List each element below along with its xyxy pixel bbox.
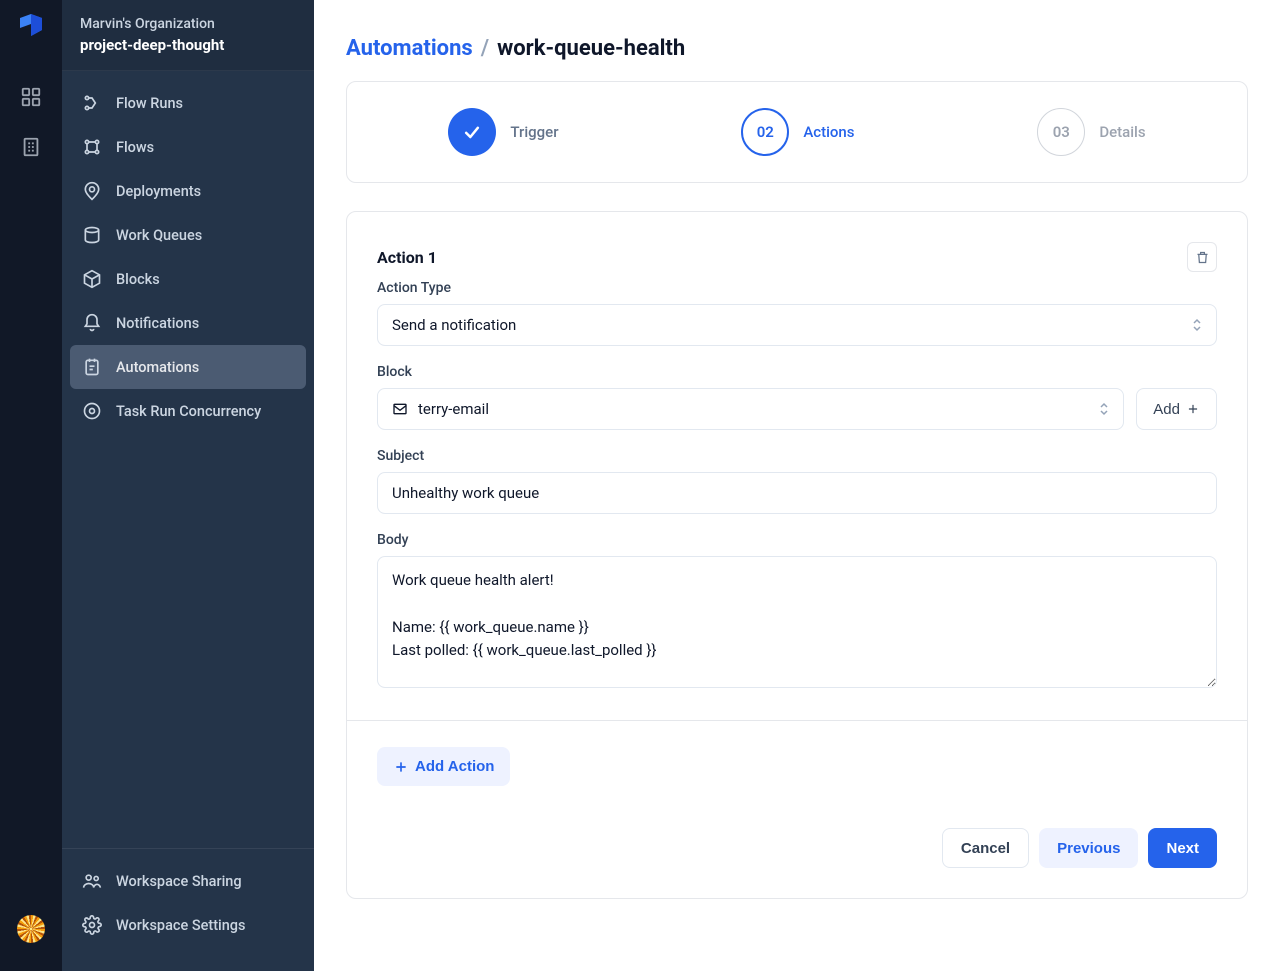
- action-type-label: Action Type: [377, 280, 1217, 296]
- flows-icon: [82, 137, 102, 157]
- sidebar-item-label: Deployments: [116, 183, 201, 200]
- organization-name: Marvin's Organization: [80, 16, 296, 32]
- sidebar-item-label: Workspace Settings: [116, 917, 245, 934]
- sharing-icon: [82, 871, 102, 891]
- step-number: 02: [741, 108, 789, 156]
- sidebar-item-label: Notifications: [116, 315, 199, 332]
- sidebar-footer: Workspace Sharing Workspace Settings: [62, 848, 314, 971]
- cancel-button[interactable]: Cancel: [942, 828, 1029, 868]
- sidebar-item-deployments[interactable]: Deployments: [70, 169, 306, 213]
- sidebar-item-label: Work Queues: [116, 227, 202, 244]
- flow-runs-icon: [82, 93, 102, 113]
- sidebar-nav: Flow Runs Flows Deployments: [62, 71, 314, 848]
- app-logo[interactable]: [16, 14, 46, 50]
- add-block-label: Add: [1153, 401, 1180, 418]
- action-type-value: Send a notification: [392, 316, 516, 334]
- add-block-button[interactable]: Add: [1136, 388, 1217, 430]
- breadcrumb-root[interactable]: Automations: [346, 36, 473, 61]
- step-actions[interactable]: 02 Actions: [741, 108, 854, 156]
- sidebar-item-label: Task Run Concurrency: [116, 403, 261, 420]
- sidebar-item-label: Flows: [116, 139, 154, 156]
- sidebar-item-label: Automations: [116, 359, 199, 376]
- sidebar-item-label: Workspace Sharing: [116, 873, 242, 890]
- delete-action-button[interactable]: [1187, 242, 1217, 272]
- add-action-label: Add Action: [415, 758, 494, 775]
- sidebar-item-notifications[interactable]: Notifications: [70, 301, 306, 345]
- breadcrumb-current: work-queue-health: [497, 36, 685, 61]
- body-textarea[interactable]: [377, 556, 1217, 688]
- sidebar-item-flow-runs[interactable]: Flow Runs: [70, 81, 306, 125]
- step-label: Details: [1099, 123, 1145, 141]
- project-name: project-deep-thought: [80, 36, 296, 54]
- deployments-icon: [82, 181, 102, 201]
- icon-rail: [0, 0, 62, 971]
- breadcrumb: Automations / work-queue-health: [346, 36, 1248, 61]
- action-form-card: Action 1 Action Type Send a notification: [346, 211, 1248, 899]
- step-label: Actions: [803, 123, 854, 141]
- breadcrumb-separator: /: [481, 36, 489, 61]
- mail-icon: [392, 401, 408, 417]
- subject-input[interactable]: [377, 472, 1217, 514]
- step-details[interactable]: 03 Details: [1037, 108, 1145, 156]
- step-trigger[interactable]: Trigger: [448, 108, 558, 156]
- chevron-up-down-icon: [1099, 402, 1109, 416]
- blocks-icon: [82, 269, 102, 289]
- sidebar: Marvin's Organization project-deep-thoug…: [62, 0, 314, 971]
- check-icon: [448, 108, 496, 156]
- sidebar-item-workspace-settings[interactable]: Workspace Settings: [70, 903, 306, 947]
- sidebar-item-label: Flow Runs: [116, 95, 183, 112]
- user-avatar[interactable]: [17, 915, 45, 943]
- sidebar-header[interactable]: Marvin's Organization project-deep-thoug…: [62, 0, 314, 71]
- body-label: Body: [377, 532, 1217, 548]
- organization-icon[interactable]: [20, 136, 42, 158]
- block-select[interactable]: terry-email: [377, 388, 1124, 430]
- subject-label: Subject: [377, 448, 1217, 464]
- step-label: Trigger: [510, 123, 558, 141]
- settings-icon: [82, 915, 102, 935]
- add-action-button[interactable]: Add Action: [377, 747, 510, 786]
- notifications-icon: [82, 313, 102, 333]
- sidebar-item-work-queues[interactable]: Work Queues: [70, 213, 306, 257]
- wizard-steps-card: Trigger 02 Actions 03 Details: [346, 81, 1248, 183]
- sidebar-item-task-run-concurrency[interactable]: Task Run Concurrency: [70, 389, 306, 433]
- chevron-up-down-icon: [1192, 318, 1202, 332]
- action-title: Action 1: [377, 248, 437, 267]
- action-type-select[interactable]: Send a notification: [377, 304, 1217, 346]
- automations-icon: [82, 357, 102, 377]
- next-button[interactable]: Next: [1148, 828, 1217, 868]
- concurrency-icon: [82, 401, 102, 421]
- sidebar-item-automations[interactable]: Automations: [70, 345, 306, 389]
- sidebar-item-blocks[interactable]: Blocks: [70, 257, 306, 301]
- sidebar-item-flows[interactable]: Flows: [70, 125, 306, 169]
- plus-icon: [1186, 402, 1200, 416]
- work-queues-icon: [82, 225, 102, 245]
- block-label: Block: [377, 364, 1217, 380]
- plus-icon: [393, 759, 409, 775]
- main: Automations / work-queue-health Trigger …: [314, 0, 1280, 971]
- block-value: terry-email: [418, 400, 489, 418]
- workspaces-icon[interactable]: [20, 86, 42, 108]
- previous-button[interactable]: Previous: [1039, 828, 1138, 868]
- step-number: 03: [1037, 108, 1085, 156]
- sidebar-item-label: Blocks: [116, 271, 160, 288]
- sidebar-item-workspace-sharing[interactable]: Workspace Sharing: [70, 859, 306, 903]
